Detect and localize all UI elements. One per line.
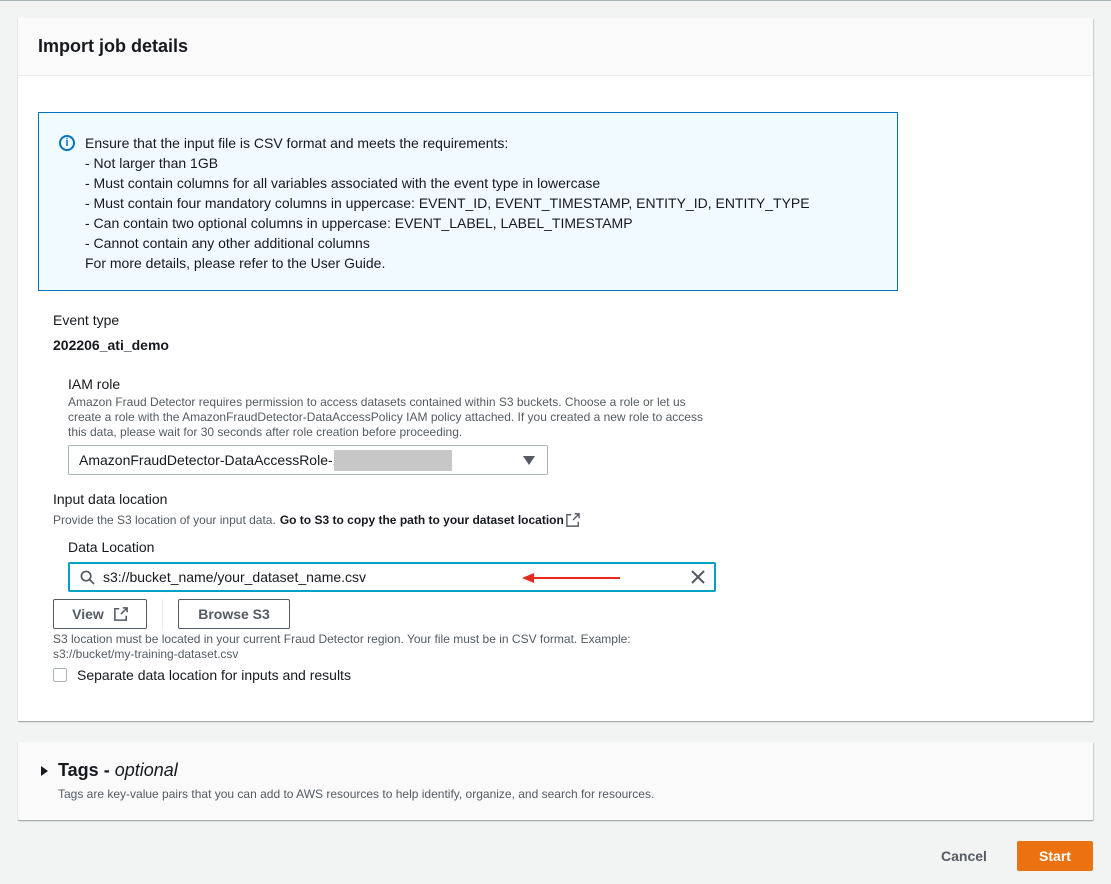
info-line: Ensure that the input file is CSV format… — [85, 135, 509, 151]
cancel-button[interactable]: Cancel — [928, 841, 1000, 871]
start-button[interactable]: Start — [1017, 841, 1093, 871]
tags-optional: optional — [114, 760, 178, 780]
info-text: Ensure that the input file is CSV format… — [85, 133, 810, 290]
separate-location-label: Separate data location for inputs and re… — [77, 667, 351, 683]
iam-role-selected: AmazonFraudDetector-DataAccessRole-1 — [79, 452, 341, 468]
info-line: - Can contain two optional columns in up… — [85, 215, 633, 231]
input-location-description: Provide the S3 location of your input da… — [53, 513, 580, 527]
iam-role-description: Amazon Fraud Detector requires permissio… — [68, 395, 703, 439]
button-divider — [162, 599, 163, 629]
info-line: - Must contain columns for all variables… — [85, 175, 601, 191]
browse-s3-button[interactable]: Browse S3 — [178, 599, 290, 629]
info-line: - Cannot contain any other additional co… — [85, 235, 370, 251]
info-icon: i — [59, 135, 75, 151]
data-location-label: Data Location — [68, 539, 155, 555]
panel-header: Import job details — [18, 18, 1093, 76]
search-icon — [80, 570, 95, 585]
tags-section: Tags - optional Tags are key-value pairs… — [18, 742, 1093, 820]
data-location-field[interactable] — [68, 562, 716, 592]
view-button[interactable]: View — [53, 599, 147, 629]
event-type-label: Event type — [53, 312, 120, 328]
tags-title-text: Tags — [58, 760, 99, 780]
separate-location-checkbox[interactable] — [53, 668, 67, 682]
separate-location-row: Separate data location for inputs and re… — [53, 667, 351, 683]
external-link-icon[interactable] — [566, 513, 580, 527]
arrow-icon — [522, 573, 620, 583]
view-button-label: View — [72, 606, 104, 622]
external-link-icon — [113, 607, 128, 621]
import-job-panel: Import job details i Ensure that the inp… — [18, 18, 1093, 721]
info-alert: i Ensure that the input file is CSV form… — [38, 112, 898, 291]
panel-title: Import job details — [38, 36, 189, 56]
data-location-input[interactable] — [103, 569, 523, 585]
clear-icon[interactable] — [690, 569, 706, 585]
input-location-label: Input data location — [53, 491, 168, 507]
tags-title[interactable]: Tags - optional — [58, 760, 178, 781]
caret-right-icon[interactable] — [41, 766, 48, 776]
tags-description: Tags are key-value pairs that you can ad… — [58, 787, 655, 801]
input-location-desc-text: Provide the S3 location of your input da… — [53, 513, 276, 527]
info-line: - Not larger than 1GB — [85, 155, 219, 171]
data-location-hint: S3 location must be located in your curr… — [53, 632, 631, 661]
info-line: For more details, please refer to the Us… — [85, 255, 386, 271]
top-border — [0, 0, 1111, 1]
go-to-s3-link[interactable]: Go to S3 to copy the path to your datase… — [280, 513, 564, 527]
caret-down-icon — [523, 456, 535, 465]
info-line: - Must contain four mandatory columns in… — [85, 195, 810, 211]
iam-role-select[interactable]: AmazonFraudDetector-DataAccessRole-1 — [68, 445, 548, 475]
redacted-region — [334, 450, 452, 471]
event-type-value: 202206_ati_demo — [53, 337, 169, 353]
iam-role-label: IAM role — [68, 376, 121, 392]
